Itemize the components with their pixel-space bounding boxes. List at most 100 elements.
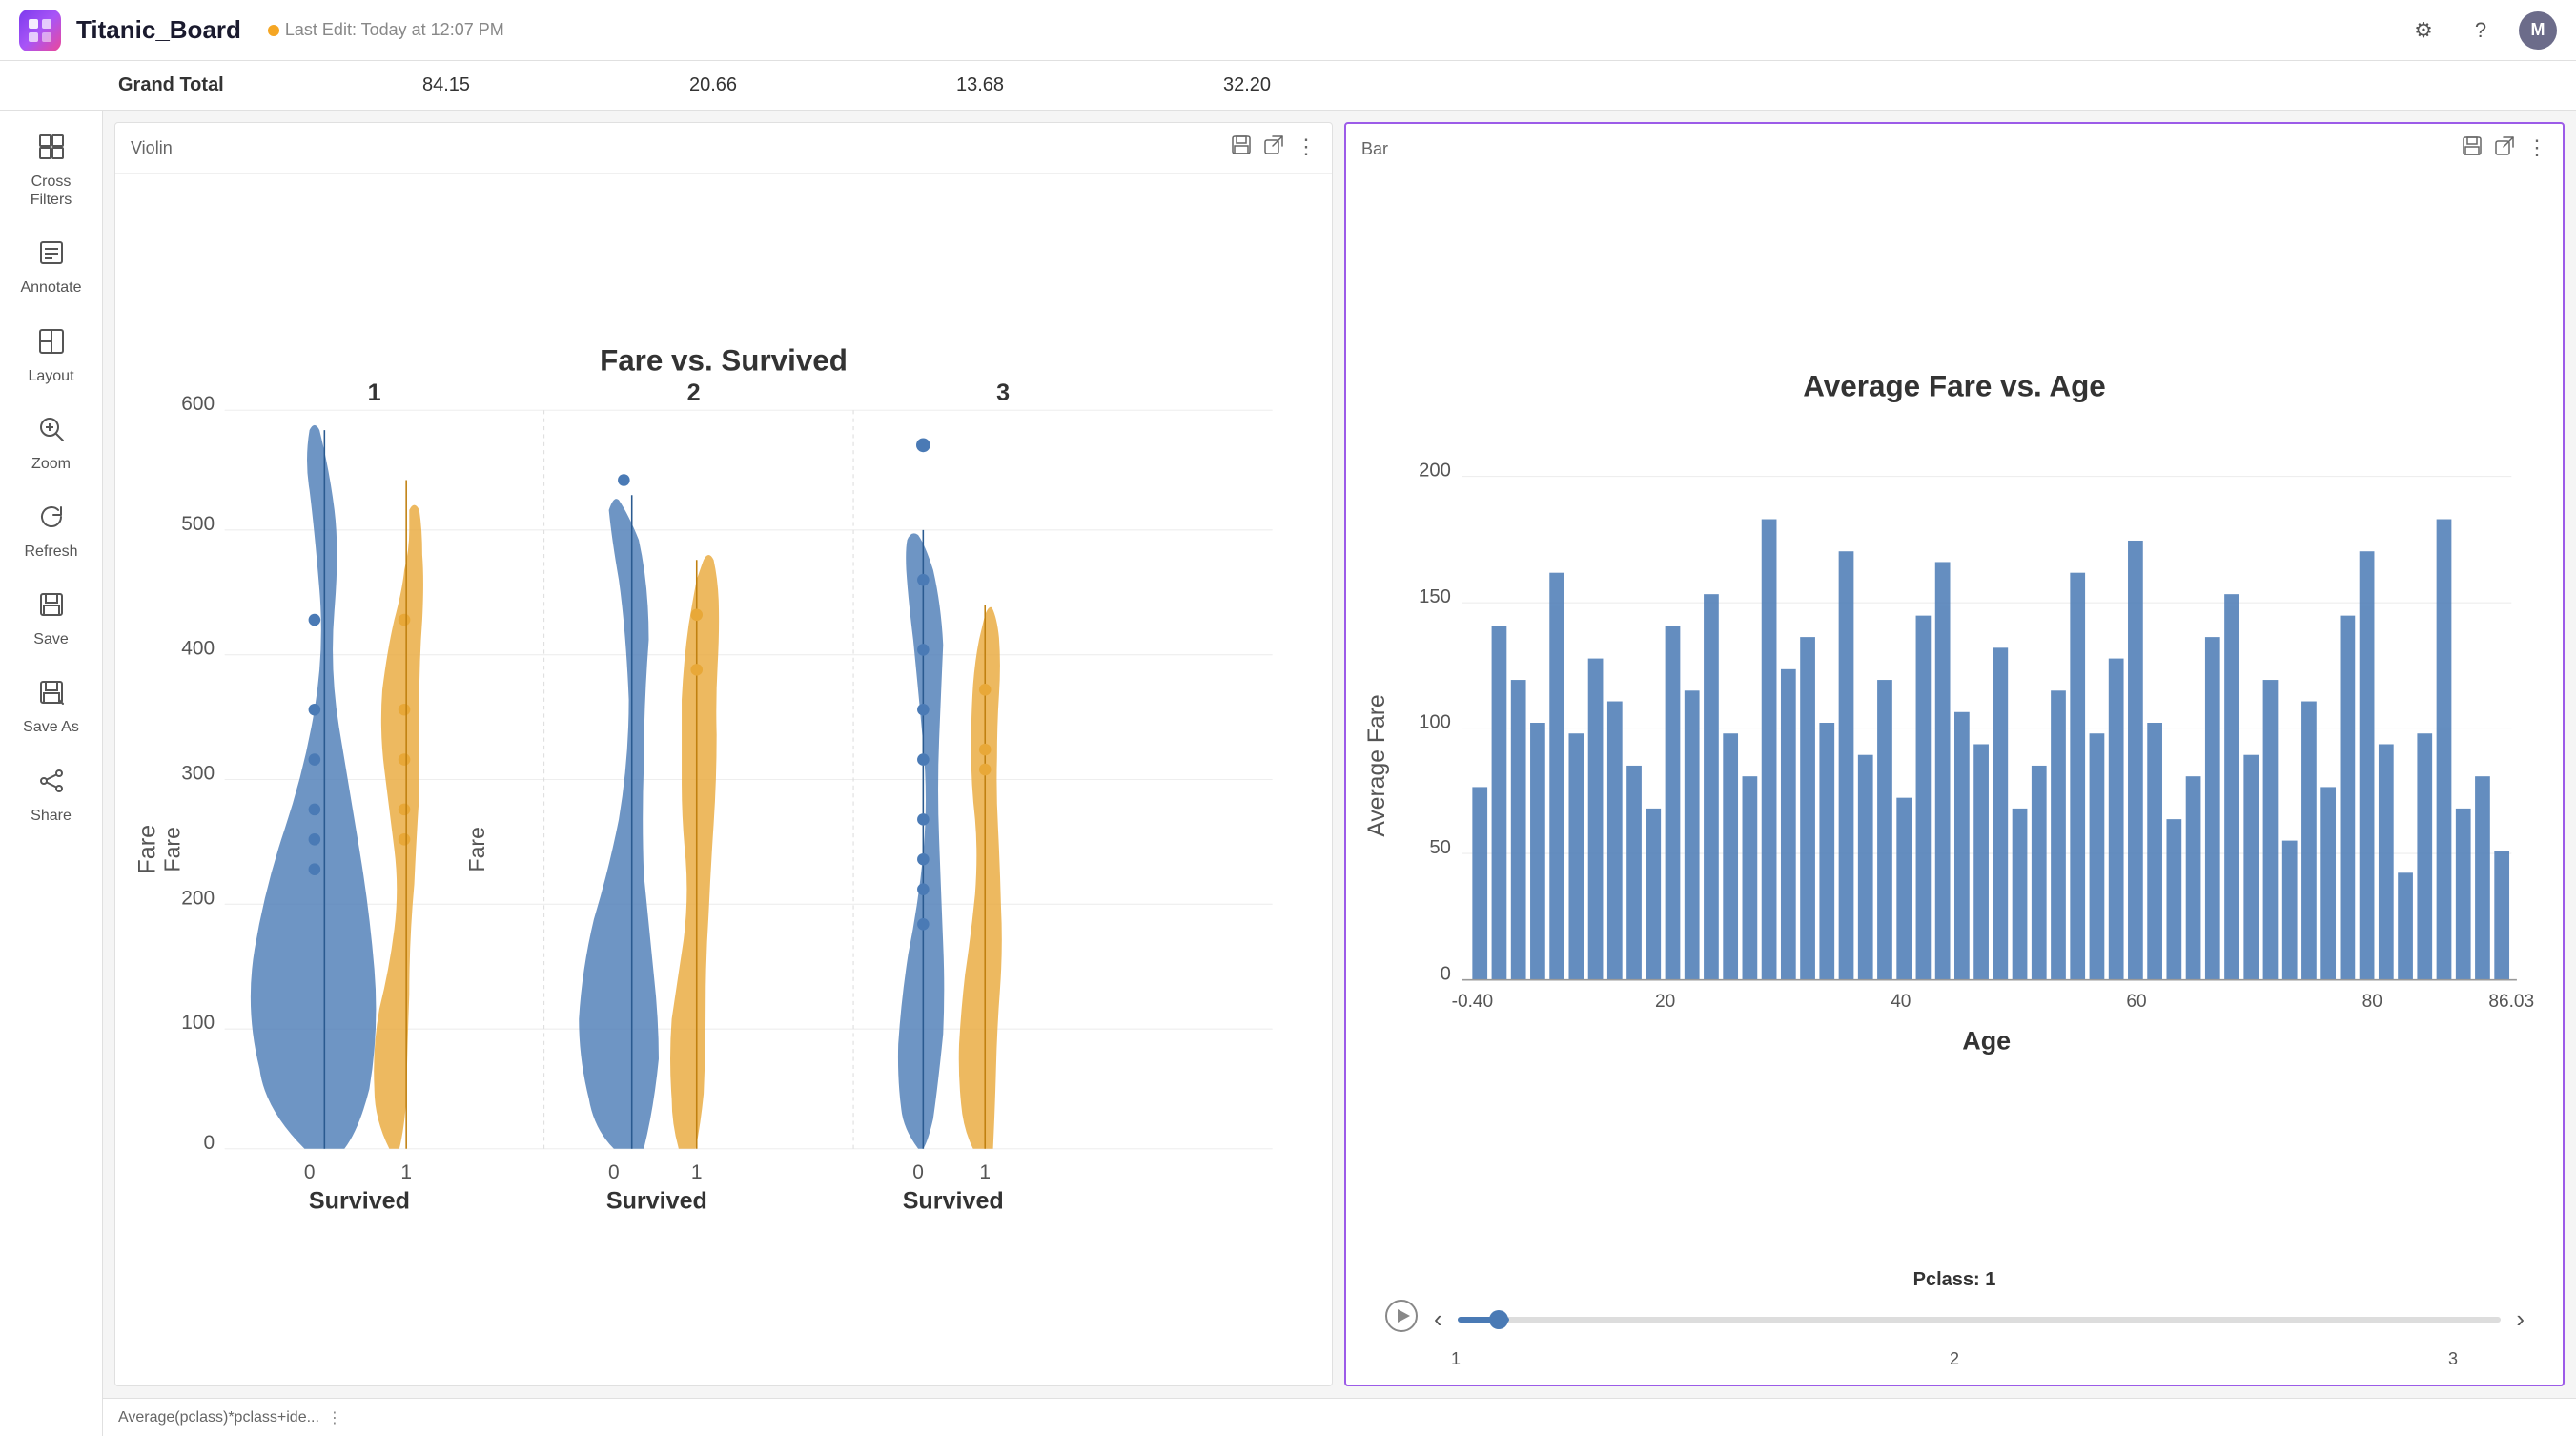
avatar[interactable]: M [2519,11,2557,50]
svg-text:60: 60 [2126,992,2146,1012]
annotate-label: Annotate [20,278,81,297]
bar-external-icon[interactable] [2494,135,2515,162]
help-icon[interactable]: ? [2462,11,2500,50]
grand-total-label: Grand Total [103,74,313,96]
sidebar-item-refresh[interactable]: Refresh [0,490,102,574]
svg-text:Fare: Fare [160,827,185,872]
violin-svg: Fare vs. Survived Fare 0 100 200 300 400… [125,183,1322,1376]
svg-text:0: 0 [608,1161,620,1183]
settings-icon[interactable]: ⚙ [2404,11,2443,50]
bar-chart-header: Bar ⋮ [1346,124,2563,174]
grand-total-v3: 13.68 [847,74,1114,96]
violin-save-icon[interactable] [1231,134,1252,161]
svg-text:3: 3 [996,380,1010,406]
sidebar-item-layout[interactable]: Layout [0,315,102,399]
svg-text:-0.40: -0.40 [1452,992,1494,1012]
bar-header-icons: ⋮ [2462,135,2547,162]
bar-svg: Average Fare vs. Age Average Fare 0 50 1… [1365,184,2544,1262]
svg-text:1: 1 [368,380,381,406]
topbar: Titanic_Board Last Edit: Today at 12:07 … [0,0,2576,61]
violin-menu-icon[interactable]: ⋮ [1296,134,1317,161]
sidebar-item-save[interactable]: Save [0,578,102,662]
grand-total-v4: 32.20 [1114,74,1380,96]
board-title: Titanic_Board [76,15,241,45]
violin-chart-header: Violin ⋮ [115,123,1332,174]
bar-type-label: Bar [1361,139,1388,159]
svg-text:Survived: Survived [606,1188,707,1215]
violin-chart-body: Fare vs. Survived Fare 0 100 200 300 400… [115,174,1332,1385]
zoom-icon [38,416,65,449]
layout-icon [38,328,65,361]
svg-text:600: 600 [181,393,215,415]
bottom-bar: Average(pclass)*pclass+ide... ⋮ [103,1398,2576,1436]
svg-text:Fare: Fare [464,827,489,872]
save-icon [38,591,65,625]
violin-title: Fare vs. Survived [600,343,848,377]
bar-chart-panel: Bar ⋮ Average Fare vs. Age [1344,122,2565,1386]
prev-button[interactable]: ‹ [1434,1304,1442,1334]
svg-text:Survived: Survived [903,1188,1004,1215]
bar-chart-body: Average Fare vs. Age Average Fare 0 50 1… [1346,174,2563,1262]
violin-type-label: Violin [131,138,173,158]
bar-menu-icon[interactable]: ⋮ [2526,135,2547,162]
svg-text:100: 100 [1419,712,1451,733]
svg-text:Average Fare vs. Age: Average Fare vs. Age [1803,369,2106,402]
share-label: Share [31,807,72,825]
status-dot [268,25,279,36]
zoom-label: Zoom [31,455,71,473]
svg-text:Average Fare: Average Fare [1365,694,1390,836]
bottom-tab-label[interactable]: Average(pclass)*pclass+ide... [118,1409,319,1426]
share-icon [38,768,65,801]
pclass-label: Pclass: 1 [1913,1269,1996,1291]
last-edit: Last Edit: Today at 12:07 PM [268,20,504,40]
grand-total-bar: Grand Total 84.15 20.66 13.68 32.20 [0,61,2576,111]
save-as-label: Save As [23,718,79,736]
sidebar-item-zoom[interactable]: Zoom [0,402,102,486]
svg-text:300: 300 [181,763,215,785]
save-as-icon [38,679,65,712]
sidebar: CrossFilters Annotate Layou [0,111,103,1436]
annotate-icon [38,239,65,273]
svg-text:100: 100 [181,1012,215,1034]
svg-text:200: 200 [1419,461,1451,482]
charts-row: Violin ⋮ Fare vs. Survived [103,111,2576,1398]
violin-header-icons: ⋮ [1231,134,1317,161]
cross-filters-label: CrossFilters [31,173,72,209]
svg-text:50: 50 [1429,837,1451,858]
bar-save-icon[interactable] [2462,135,2483,162]
slider-track[interactable] [1458,1317,2502,1323]
slider-area: Pclass: 1 ‹ › [1346,1262,2563,1385]
violin-y-label: Fare [133,825,160,874]
sidebar-item-cross-filters[interactable]: CrossFilters [0,120,102,222]
svg-text:0: 0 [304,1161,316,1183]
svg-text:Survived: Survived [309,1188,410,1215]
main: CrossFilters Annotate Layou [0,111,2576,1436]
svg-text:2: 2 [687,380,701,406]
svg-text:200: 200 [181,887,215,909]
svg-text:0: 0 [1441,964,1451,985]
violin-external-icon[interactable] [1263,134,1284,161]
sidebar-item-save-as[interactable]: Save As [0,666,102,749]
svg-text:1: 1 [691,1161,703,1183]
svg-text:20: 20 [1655,992,1675,1012]
svg-text:1: 1 [979,1161,991,1183]
slider-thumb[interactable] [1489,1310,1508,1329]
slider-ticks: 1 2 3 [1451,1349,2458,1369]
grand-total-v1: 84.15 [313,74,580,96]
layout-label: Layout [28,367,73,385]
svg-text:40: 40 [1891,992,1911,1012]
slider-tick-3: 3 [2448,1349,2458,1369]
slider-tick-2: 2 [1950,1349,1959,1369]
next-button[interactable]: › [2516,1304,2525,1334]
save-label: Save [33,630,68,648]
bottom-tab-menu[interactable]: ⋮ [327,1408,342,1427]
refresh-icon [38,503,65,537]
sidebar-item-annotate[interactable]: Annotate [0,226,102,310]
svg-text:500: 500 [181,513,215,535]
sidebar-item-share[interactable]: Share [0,754,102,838]
svg-text:0: 0 [204,1132,215,1154]
svg-text:86.03: 86.03 [2488,992,2534,1012]
slider-tick-1: 1 [1451,1349,1461,1369]
play-button[interactable] [1384,1299,1419,1340]
slider-controls: ‹ › [1384,1299,2525,1340]
